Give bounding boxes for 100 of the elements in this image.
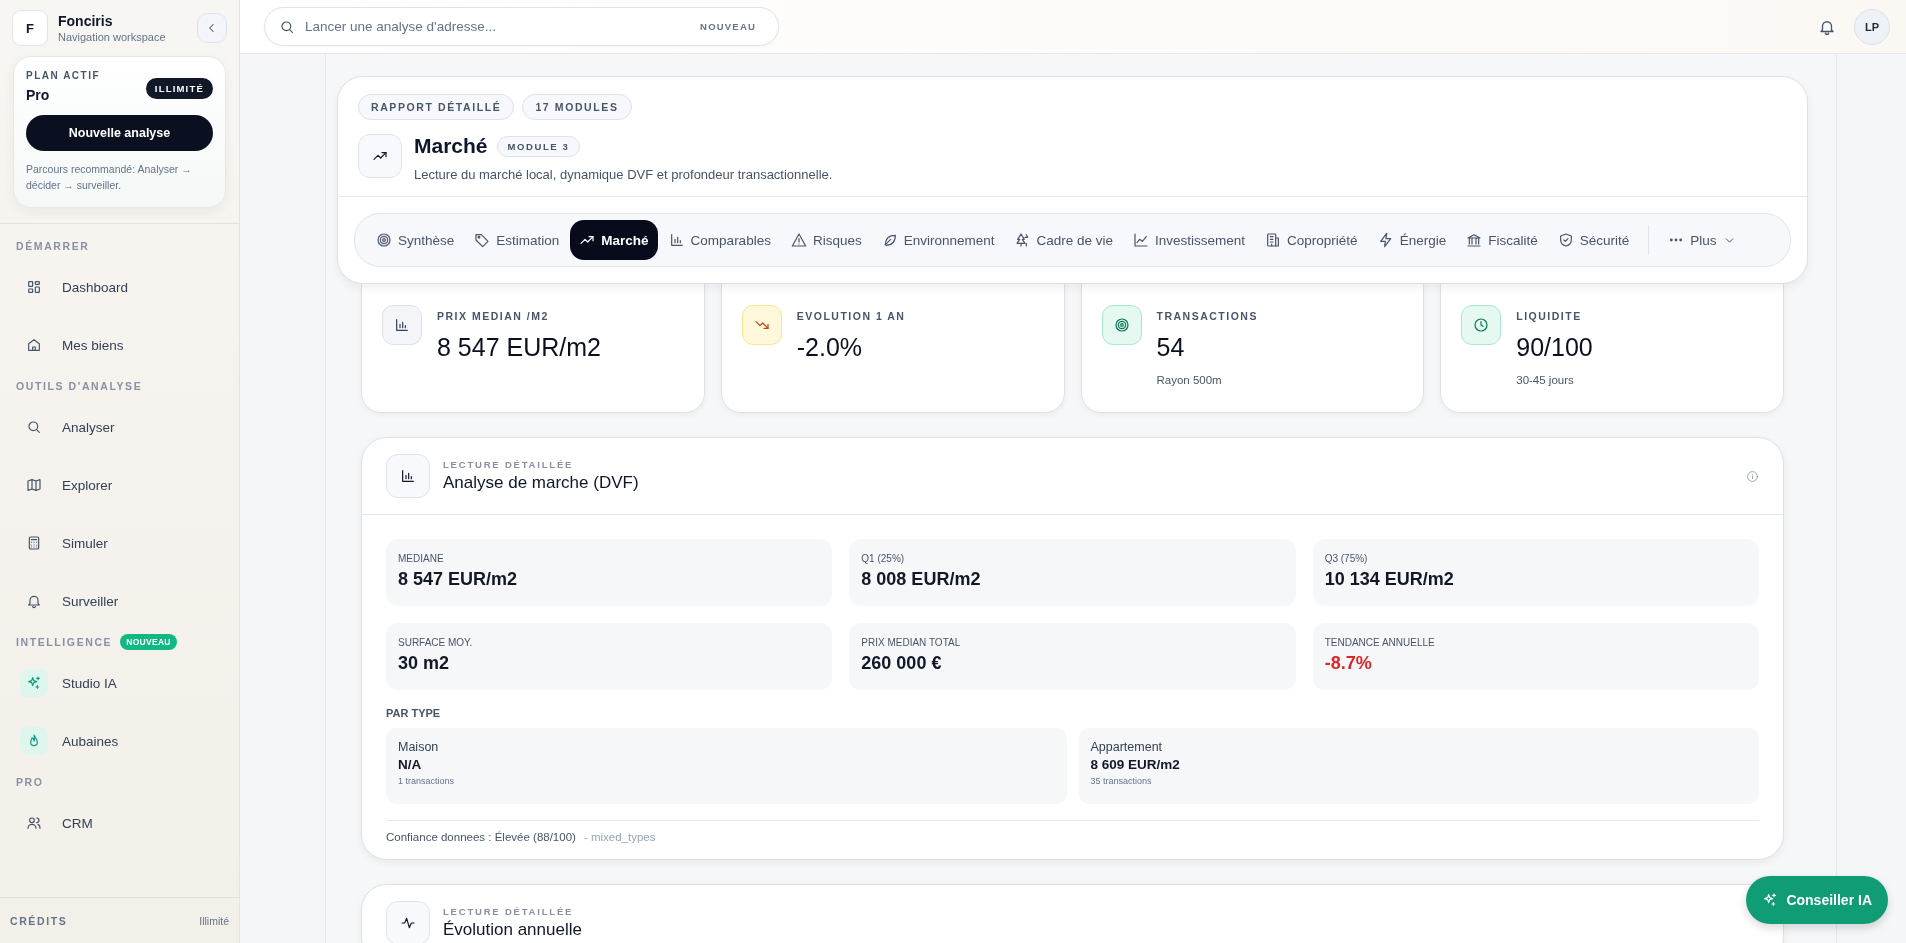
- sparkles-icon: [26, 675, 42, 691]
- stat-label: PRIX MEDIAN TOTAL: [861, 637, 962, 648]
- stat-value: 8 547 EUR/m2: [398, 569, 519, 590]
- logo-tile: F: [12, 10, 48, 46]
- info-button[interactable]: [1746, 469, 1759, 483]
- building-icon: [1265, 232, 1282, 248]
- plan-hint: Parcours recommandé: Analyser → décider → surveiller.: [26, 162, 193, 193]
- target-icon: [376, 232, 392, 248]
- stat-label: TENDANCE ANNUELLE: [1324, 637, 1436, 648]
- module-tab[interactable]: Sécurité: [1548, 220, 1639, 260]
- stat-label: Q1 (25%): [861, 553, 906, 564]
- avatar[interactable]: LP: [1854, 8, 1890, 45]
- grid-icon: [26, 279, 42, 295]
- module-badge: MODULE 3: [496, 135, 581, 157]
- kpi-label: TRANSACTIONS: [1156, 310, 1258, 322]
- module-tab[interactable]: Comparables: [659, 220, 780, 260]
- type-count: 1 transactions: [398, 776, 456, 786]
- type-name: Appartement: [1090, 740, 1164, 754]
- module-tab[interactable]: Investissement: [1124, 220, 1255, 260]
- module-tab[interactable]: Copropriété: [1256, 220, 1367, 260]
- app-subtitle: Navigation workspace: [58, 31, 167, 43]
- module-tab[interactable]: Risques: [781, 220, 871, 260]
- type-value: N/A: [398, 757, 423, 772]
- nav-item[interactable]: Mes biens: [0, 316, 239, 374]
- bell-icon: [26, 593, 42, 609]
- kpi-value: 54: [1156, 333, 1186, 362]
- bar-chart-icon: [400, 468, 416, 484]
- module-tab[interactable]: Cadre de vie: [1005, 220, 1123, 260]
- report-tag: RAPPORT DÉTAILLÉ: [358, 94, 515, 120]
- module-tab[interactable]: Estimation: [465, 220, 569, 260]
- credits-value: Illimité: [199, 914, 229, 927]
- kpi-label: PRIX MEDIAN /M2: [437, 310, 550, 322]
- type-count: 35 transactions: [1090, 776, 1153, 786]
- module-title: Marché: [414, 134, 488, 158]
- nav-item[interactable]: Aubaines: [0, 712, 239, 770]
- type-name: Maison: [398, 740, 440, 754]
- tag-icon: [474, 232, 491, 248]
- section-eyebrow: LECTURE DÉTAILLÉE: [443, 459, 575, 470]
- app-name: Fonciris: [58, 13, 114, 29]
- section-eyebrow: LECTURE DÉTAILLÉE: [443, 906, 575, 917]
- nav-item[interactable]: Explorer: [0, 456, 239, 514]
- nav-item[interactable]: Studio IA: [0, 654, 239, 712]
- module-description: Lecture du marché local, dynamique DVF et profondeur transactionnelle.: [414, 167, 833, 182]
- plan-name: Pro: [26, 87, 51, 103]
- kpi-label: LIQUIDITE: [1516, 310, 1583, 322]
- calculator-icon: [26, 535, 42, 551]
- shield-icon: [1557, 232, 1574, 248]
- line-chart-icon: [1133, 232, 1150, 248]
- kpi-label: EVOLUTION 1 AN: [796, 310, 906, 322]
- search-bar[interactable]: Lancer une analyse d'adresse... NOUVEAU: [264, 7, 779, 46]
- kpi-note: Rayon 500m: [1156, 374, 1223, 386]
- map-icon: [26, 477, 42, 493]
- trees-icon: [1014, 232, 1031, 248]
- more-button[interactable]: Plus: [1659, 220, 1745, 260]
- stat-label: SURFACE MOY.: [398, 637, 474, 648]
- nav-item[interactable]: Dashboard: [0, 258, 239, 316]
- module-tab[interactable]: Synthèse: [367, 220, 464, 260]
- section-title: OUTILS D'ANALYSE: [16, 380, 143, 392]
- info-icon: [1746, 469, 1759, 483]
- users-icon: [26, 815, 42, 831]
- stat-label: Q3 (75%): [1324, 553, 1369, 564]
- search-icon: [26, 419, 42, 435]
- new-label: NOUVEAU: [700, 21, 756, 32]
- sparkles-icon: [1762, 892, 1779, 908]
- lightning-icon: [1377, 232, 1394, 248]
- warning-icon: [790, 232, 807, 248]
- search-icon: [279, 18, 295, 35]
- kpi-value: -2.0%: [796, 333, 864, 362]
- bar-chart-icon: [394, 317, 410, 333]
- pulse-icon: [400, 915, 416, 931]
- bank-icon: [1466, 232, 1483, 248]
- home-icon: [26, 337, 42, 353]
- nav-item[interactable]: Analyser: [0, 398, 239, 456]
- module-tab[interactable]: Environnement: [872, 220, 1004, 260]
- stat-value: 10 134 EUR/m2: [1324, 569, 1455, 590]
- stat-label: MEDIANE: [398, 553, 445, 564]
- section-title: Évolution annuelle: [443, 920, 583, 940]
- nav-item[interactable]: CRM: [0, 794, 239, 852]
- nav-item[interactable]: Simuler: [0, 514, 239, 572]
- type-value: 8 609 EUR/m2: [1090, 757, 1181, 772]
- confidence-text: Confiance donnees : Élevée (88/100): [386, 831, 576, 843]
- module-tab[interactable]: Marché: [570, 220, 658, 260]
- clock-icon: [1473, 317, 1490, 333]
- stat-value: -8.7%: [1324, 653, 1373, 674]
- kpi-note: 30-45 jours: [1516, 374, 1575, 386]
- section-title: INTELLIGENCE: [16, 636, 113, 648]
- new-analysis-button[interactable]: Nouvelle analyse: [26, 115, 213, 151]
- new-badge: NOUVEAU: [120, 634, 177, 650]
- module-tab[interactable]: Énergie: [1368, 220, 1456, 260]
- plan-label: PLAN ACTIF: [26, 70, 101, 81]
- section-title: PRO: [16, 776, 44, 788]
- confidence-note: - mixed_types: [583, 831, 656, 843]
- nav-item[interactable]: Surveiller: [0, 572, 239, 630]
- module-tab[interactable]: Fiscalité: [1457, 220, 1547, 260]
- stat-value: 8 008 EUR/m2: [861, 569, 982, 590]
- section-title: Analyse de marche (DVF): [443, 473, 640, 493]
- report-tag: 17 MODULES: [522, 94, 632, 120]
- stat-value: 260 000 €: [861, 653, 943, 674]
- collapse-button[interactable]: [197, 13, 227, 43]
- search-input[interactable]: Lancer une analyse d'adresse...: [303, 18, 693, 35]
